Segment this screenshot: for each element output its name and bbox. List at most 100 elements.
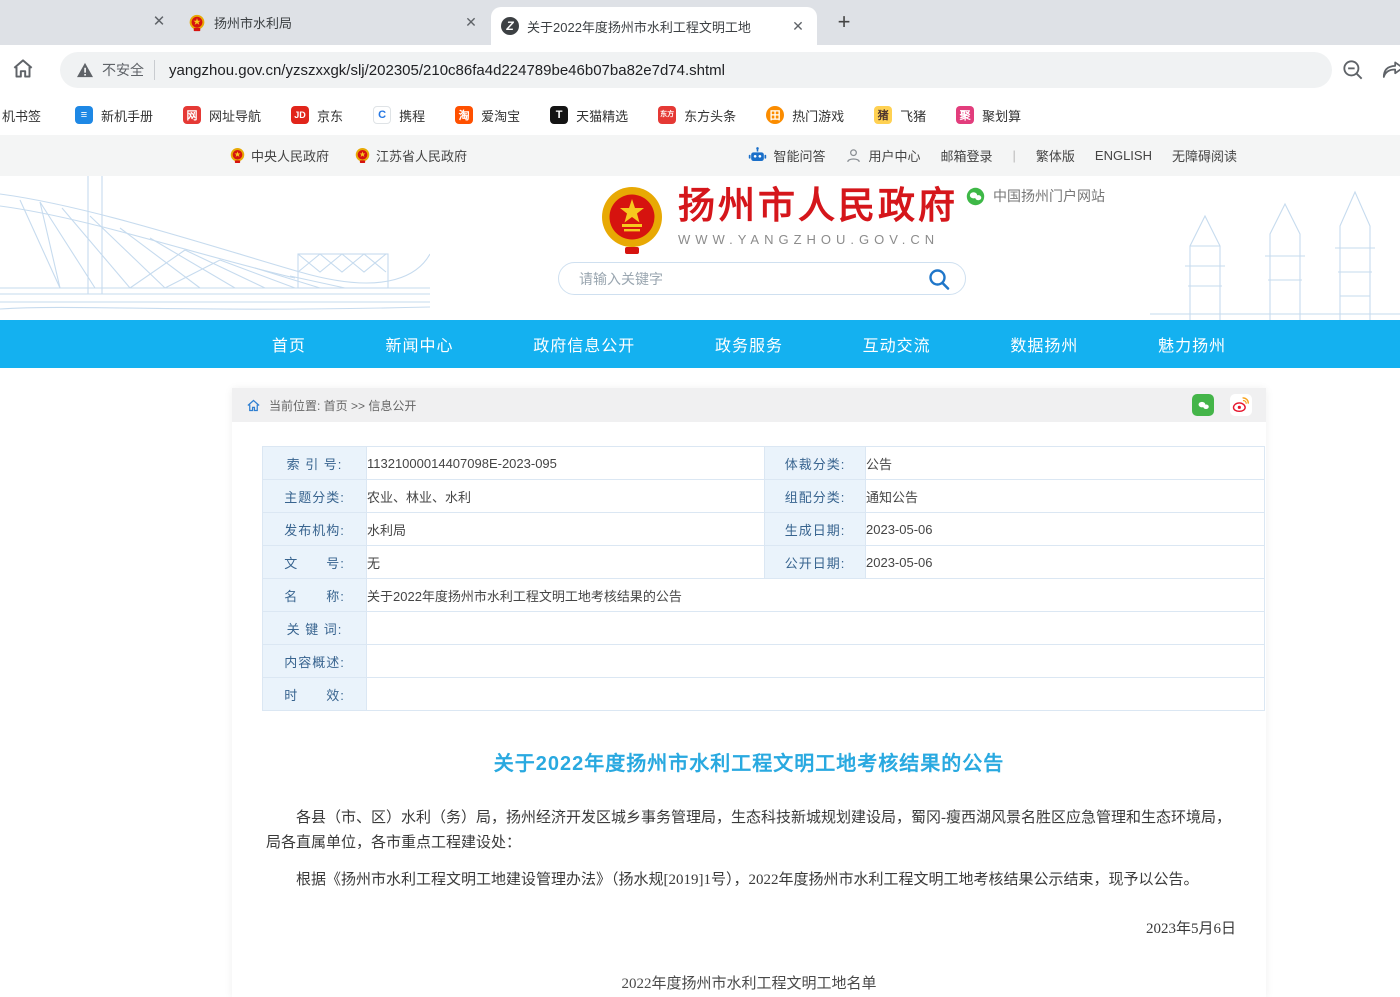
article-paragraph: 根据《扬州市水利工程文明工地建设管理办法》（扬水规[2019]1号），2022年… xyxy=(266,868,1234,893)
meta-label: 名 称: xyxy=(263,579,367,612)
robot-icon xyxy=(748,146,767,165)
meta-label: 关 键 词: xyxy=(263,612,367,645)
share-icon[interactable] xyxy=(1380,57,1400,83)
meta-value-created-date: 2023-05-06 xyxy=(866,513,1265,546)
nav-gov-info-disclosure[interactable]: 政府信息公开 xyxy=(533,332,635,356)
home-breadcrumb-icon[interactable] xyxy=(246,398,261,413)
search-input[interactable] xyxy=(577,270,927,288)
national-emblem-icon xyxy=(230,147,245,164)
national-emblem-favicon xyxy=(188,14,206,32)
document-meta-table: 索 引 号: 11321000014407098E-2023-095 体裁分类:… xyxy=(262,446,1265,711)
link-central-gov[interactable]: 中央人民政府 xyxy=(230,146,329,165)
link-accessibility[interactable]: 无障碍阅读 xyxy=(1172,146,1237,165)
site-url-text: WWW.YANGZHOU.GOV.CN xyxy=(678,232,958,247)
bookmark-label: 携程 xyxy=(399,106,425,125)
meta-value-topic: 农业、林业、水利 xyxy=(367,480,765,513)
nav-interaction[interactable]: 互动交流 xyxy=(863,332,931,356)
tab-title: 关于2022年度扬州市水利工程文明工地 xyxy=(527,17,781,36)
dongfang-icon: 东方 xyxy=(658,106,676,124)
tower-line-art xyxy=(1150,176,1400,320)
meta-label: 内容概述: xyxy=(263,645,367,678)
meta-label: 主题分类: xyxy=(263,480,367,513)
bookmark-xinji-shouce[interactable]: ≡ 新机手册 xyxy=(75,106,153,125)
meta-label: 文 号: xyxy=(263,546,367,579)
tab-announcement-active[interactable]: Z 关于2022年度扬州市水利工程文明工地 ✕ xyxy=(491,7,817,45)
wechat-share-icon[interactable] xyxy=(1192,394,1214,416)
national-emblem-logo xyxy=(600,184,664,256)
bookmark-tmall[interactable]: T 天猫精选 xyxy=(550,106,628,125)
link-label: 智能问答 xyxy=(773,146,825,165)
url-text[interactable]: yangzhou.gov.cn/yzszxxgk/slj/202305/210c… xyxy=(169,62,725,79)
juhuasuan-icon: 聚 xyxy=(956,106,974,124)
meta-label: 时 效: xyxy=(263,678,367,711)
nav-gov-services[interactable]: 政务服务 xyxy=(715,332,783,356)
bookmark-juhuasuan[interactable]: 聚 聚划算 xyxy=(956,106,1021,125)
address-bar[interactable]: 不安全 yangzhou.gov.cn/yzszxxgk/slj/202305/… xyxy=(60,52,1332,88)
link-english[interactable]: ENGLISH xyxy=(1095,148,1152,163)
bookmark-dongfang-toutiao[interactable]: 东方 东方头条 xyxy=(658,106,736,125)
bookmark-label: 京东 xyxy=(317,106,343,125)
zoom-out-icon[interactable] xyxy=(1340,57,1366,83)
manual-icon: ≡ xyxy=(75,106,93,124)
close-tab-icon[interactable]: ✕ xyxy=(789,18,807,35)
link-label: 江苏省人民政府 xyxy=(376,146,467,165)
close-tab-icon[interactable]: ✕ xyxy=(462,14,480,31)
article-paragraph: 各县（市、区）水利（务）局，扬州经济开发区城乡事务管理局，生态科技新城规划建设局… xyxy=(266,806,1234,856)
table-row: 内容概述: xyxy=(263,645,1265,678)
bookmark-ctrip[interactable]: C 携程 xyxy=(373,106,425,125)
link-jiangsu-gov[interactable]: 江苏省人民政府 xyxy=(355,146,467,165)
new-tab-button[interactable]: + xyxy=(830,8,858,36)
link-smart-qa[interactable]: 智能问答 xyxy=(748,146,825,165)
nav-data-yangzhou[interactable]: 数据扬州 xyxy=(1010,332,1078,356)
meta-value-title: 关于2022年度扬州市水利工程文明工地考核结果的公告 xyxy=(367,579,1265,612)
site-search-box xyxy=(558,262,966,295)
taobao-icon: 淘 xyxy=(455,106,473,124)
tab-yangzhou-water-bureau[interactable]: 扬州市水利局 ✕ xyxy=(178,0,490,45)
table-row: 关 键 词: xyxy=(263,612,1265,645)
breadcrumb-bar: 当前位置: 首页 >> 信息公开 xyxy=(232,388,1266,422)
article-date: 2023年5月6日 xyxy=(232,917,1236,938)
bookmark-label: 机书签 xyxy=(2,106,41,125)
security-label[interactable]: 不安全 xyxy=(102,60,144,80)
bookmark-fliggy[interactable]: 猪 飞猪 xyxy=(874,106,926,125)
meta-value-genre: 公告 xyxy=(866,447,1265,480)
bookmark-aitaobao[interactable]: 淘 爱淘宝 xyxy=(455,106,520,125)
link-mail-login[interactable]: 邮箱登录 xyxy=(940,146,992,165)
bookmarks-bar: 机书签 ≡ 新机手册 网 网址导航 JD 京东 C 携程 淘 爱淘宝 T 天猫精… xyxy=(0,95,1400,135)
bookmark-shouji-shuqian[interactable]: 机书签 xyxy=(2,106,41,125)
bridge-line-art xyxy=(0,176,430,320)
content-card: 当前位置: 首页 >> 信息公开 索 引 号: 113210000144 xyxy=(232,388,1266,997)
nav-news-center[interactable]: 新闻中心 xyxy=(386,332,454,356)
bookmark-jd[interactable]: JD 京东 xyxy=(291,106,343,125)
link-user-center[interactable]: 用户中心 xyxy=(845,146,920,165)
utility-divider: | xyxy=(1013,148,1016,163)
meta-value-publish-date: 2023-05-06 xyxy=(866,546,1265,579)
bookmark-label: 东方头条 xyxy=(684,106,736,125)
home-icon[interactable] xyxy=(10,56,36,82)
table-row: 时 效: xyxy=(263,678,1265,711)
tmall-icon: T xyxy=(550,106,568,124)
bookmark-label: 新机手册 xyxy=(101,106,153,125)
portal-label: 中国扬州门户网站 xyxy=(993,186,1105,206)
weibo-share-icon[interactable] xyxy=(1230,394,1252,416)
breadcrumb[interactable]: 当前位置: 首页 >> 信息公开 xyxy=(269,397,416,414)
bookmark-label: 天猫精选 xyxy=(576,106,628,125)
search-icon[interactable] xyxy=(927,267,951,291)
bookmark-label: 网址导航 xyxy=(209,106,261,125)
article-title: 关于2022年度扬州市水利工程文明工地考核结果的公告 xyxy=(232,747,1266,776)
site-z-favicon: Z xyxy=(501,17,519,35)
close-tab-icon[interactable]: ✕ xyxy=(148,11,170,33)
main-nav-bar: 首页 新闻中心 政府信息公开 政务服务 互动交流 数据扬州 魅力扬州 xyxy=(0,320,1400,368)
nav-charming-yangzhou[interactable]: 魅力扬州 xyxy=(1158,332,1226,356)
nav-home[interactable]: 首页 xyxy=(272,332,306,356)
portal-badge[interactable]: 中国扬州门户网站 xyxy=(966,186,1105,206)
article-list-title: 2022年度扬州市水利工程文明工地名单 xyxy=(232,972,1266,993)
meta-value-group: 通知公告 xyxy=(866,480,1265,513)
meta-label: 索 引 号: xyxy=(263,447,367,480)
games-icon: 田 xyxy=(766,106,784,124)
link-traditional[interactable]: 繁体版 xyxy=(1036,146,1075,165)
bookmark-hot-games[interactable]: 田 热门游戏 xyxy=(766,106,844,125)
bookmark-wangzhi-daohang[interactable]: 网 网址导航 xyxy=(183,106,261,125)
link-label: 用户中心 xyxy=(868,146,920,165)
browser-toolbar: 不安全 yangzhou.gov.cn/yzszxxgk/slj/202305/… xyxy=(0,45,1400,96)
